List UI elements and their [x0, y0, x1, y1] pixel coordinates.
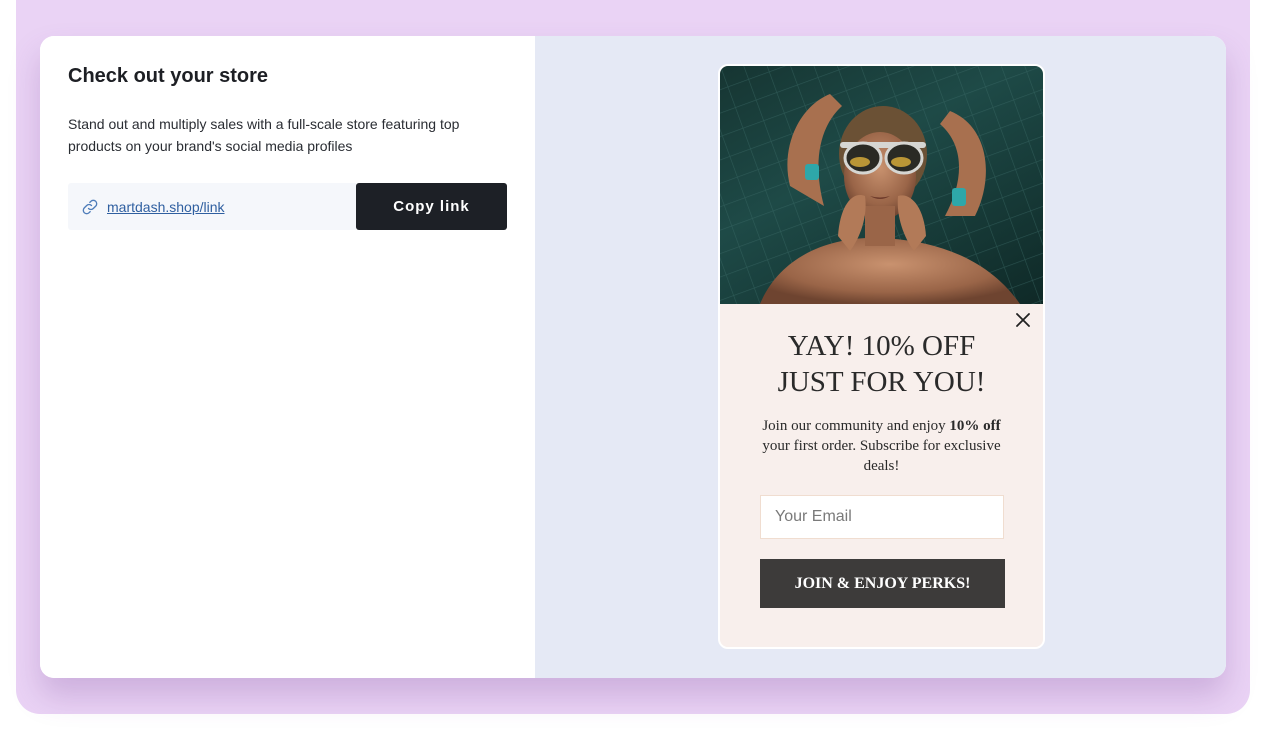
copy-link-button[interactable]: Copy link — [356, 183, 507, 230]
signup-popup: YAY! 10% OFF JUST FOR YOU! Join our comm… — [718, 64, 1045, 649]
store-info-panel: Check out your store Stand out and multi… — [40, 36, 535, 678]
join-perks-button[interactable]: JOIN & ENJOY PERKS! — [760, 559, 1005, 608]
popup-preview-panel: YAY! 10% OFF JUST FOR YOU! Join our comm… — [535, 36, 1226, 678]
close-icon[interactable] — [1013, 310, 1033, 330]
store-link-field: martdash.shop/link — [68, 183, 356, 230]
link-icon — [81, 197, 101, 217]
popup-heading: YAY! 10% OFF JUST FOR YOU! — [720, 328, 1043, 400]
store-title: Check out your store — [68, 65, 269, 87]
popup-hero-image — [720, 66, 1043, 304]
email-input[interactable] — [760, 495, 1004, 539]
popup-description: Join our community and enjoy 10% off you… — [754, 416, 1009, 476]
popup-discount-highlight: 10% off — [949, 418, 1001, 434]
popup-text-rest: your first order. Subscribe for exclusiv… — [762, 438, 1001, 474]
popup-text-intro: Join our community and enjoy — [762, 418, 946, 434]
popup-heading-line-1: YAY! 10% OFF — [787, 330, 976, 362]
store-description: Stand out and multiply sales with a full… — [68, 116, 460, 154]
popup-content: YAY! 10% OFF JUST FOR YOU! Join our comm… — [720, 304, 1043, 647]
store-link[interactable]: martdash.shop/link — [107, 199, 225, 215]
store-card: Check out your store Stand out and multi… — [40, 36, 1226, 678]
popup-heading-line-2: JUST FOR YOU! — [777, 366, 986, 398]
